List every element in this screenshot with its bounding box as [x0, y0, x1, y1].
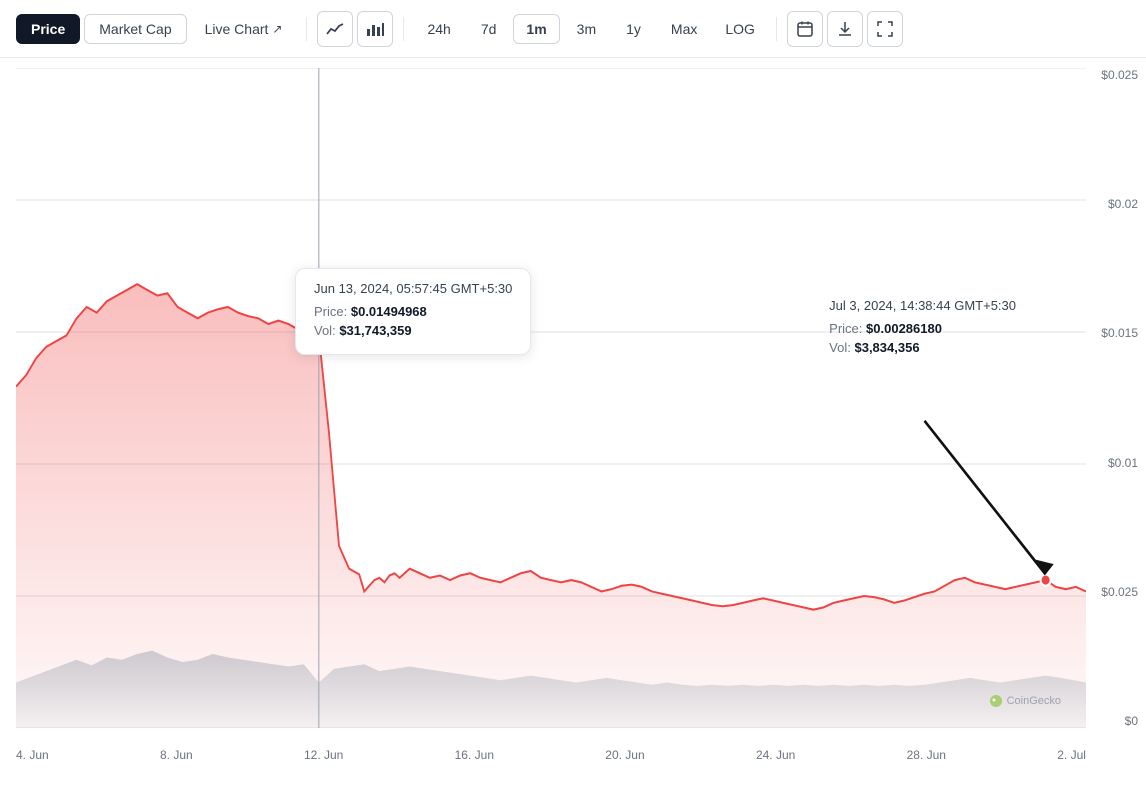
tooltip1-vol-row: Vol: $31,743,359: [314, 323, 512, 338]
y-label-020: $0.02: [1108, 197, 1138, 211]
tooltip1-vol-label: Vol:: [314, 323, 336, 338]
watermark-text: CoinGecko: [1007, 695, 1061, 707]
x-label-28jun: 28. Jun: [907, 748, 946, 762]
tooltip1-price-value: $0.01494968: [351, 304, 427, 319]
price-chart: [16, 68, 1086, 728]
fullscreen-icon: [877, 21, 893, 37]
calendar-icon: [797, 21, 813, 37]
x-label-2jul: 2. Jul: [1057, 748, 1086, 762]
x-label-16jun: 16. Jun: [455, 748, 494, 762]
download-btn[interactable]: [827, 11, 863, 47]
tooltip2-date: Jul 3, 2024, 14:38:44 GMT+5:30: [829, 298, 1016, 313]
top-nav: Price Market Cap Live Chart ↗ 24h 7d 1m …: [0, 0, 1146, 58]
y-axis: $0.025 $0.02 $0.015 $0.01 $0.025 $0: [1088, 68, 1146, 728]
bar-chart-icon: [366, 21, 384, 37]
nav-separator2: [403, 17, 404, 41]
y-label-0: $0: [1125, 714, 1138, 728]
tooltip2-vol-row: Vol: $3,834,356: [829, 340, 1016, 355]
tab-live-chart[interactable]: Live Chart ↗: [191, 15, 297, 43]
tooltip2-price-label: Price:: [829, 321, 862, 336]
chart-svg-wrapper: [16, 68, 1086, 728]
tooltip1-vol-value: $31,743,359: [339, 323, 411, 338]
coingecko-logo-icon: [989, 694, 1003, 708]
fullscreen-btn[interactable]: [867, 11, 903, 47]
tooltip1-price-row: Price: $0.01494968: [314, 304, 512, 319]
nav-separator3: [776, 17, 777, 41]
tooltip2-vol-label: Vol:: [829, 340, 851, 355]
y-label-015: $0.015: [1101, 326, 1138, 340]
time-max[interactable]: Max: [658, 14, 710, 44]
calendar-btn[interactable]: [787, 11, 823, 47]
chart-container: Price Market Cap Live Chart ↗ 24h 7d 1m …: [0, 0, 1146, 788]
line-chart-icon: [326, 22, 344, 36]
time-3m[interactable]: 3m: [564, 14, 609, 44]
tooltip1-date: Jun 13, 2024, 05:57:45 GMT+5:30: [314, 281, 512, 296]
nav-separator: [306, 17, 307, 41]
y-label-025: $0.025: [1101, 68, 1138, 82]
download-icon: [837, 21, 853, 37]
tooltip2-price-row: Price: $0.00286180: [829, 321, 1016, 336]
live-chart-label: Live Chart: [205, 21, 269, 37]
x-label-8jun: 8. Jun: [160, 748, 193, 762]
log-btn[interactable]: LOG: [714, 14, 766, 44]
bar-chart-icon-btn[interactable]: [357, 11, 393, 47]
tooltip1-price-label: Price:: [314, 304, 347, 319]
x-axis: 4. Jun 8. Jun 12. Jun 16. Jun 20. Jun 24…: [16, 748, 1086, 778]
time-7d[interactable]: 7d: [468, 14, 510, 44]
time-1y[interactable]: 1y: [613, 14, 654, 44]
x-label-20jun: 20. Jun: [605, 748, 644, 762]
x-label-12jun: 12. Jun: [304, 748, 343, 762]
tooltip2-vol-value: $3,834,356: [854, 340, 919, 355]
tooltip-jun13: Jun 13, 2024, 05:57:45 GMT+5:30 Price: $…: [295, 268, 531, 355]
time-24h[interactable]: 24h: [414, 14, 463, 44]
y-label-0025: $0.025: [1101, 585, 1138, 599]
tab-price[interactable]: Price: [16, 14, 80, 44]
tooltip-jul3: Jul 3, 2024, 14:38:44 GMT+5:30 Price: $0…: [829, 298, 1016, 359]
coingecko-watermark: CoinGecko: [989, 694, 1061, 708]
tab-market-cap[interactable]: Market Cap: [84, 14, 186, 44]
x-label-4jun: 4. Jun: [16, 748, 49, 762]
time-1m[interactable]: 1m: [513, 14, 559, 44]
line-chart-icon-btn[interactable]: [317, 11, 353, 47]
external-link-icon: ↗: [272, 22, 282, 36]
x-label-24jun: 24. Jun: [756, 748, 795, 762]
chart-area: $0.025 $0.02 $0.015 $0.01 $0.025 $0: [0, 58, 1146, 788]
tooltip2-price-value: $0.00286180: [866, 321, 942, 336]
y-label-010: $0.01: [1108, 456, 1138, 470]
